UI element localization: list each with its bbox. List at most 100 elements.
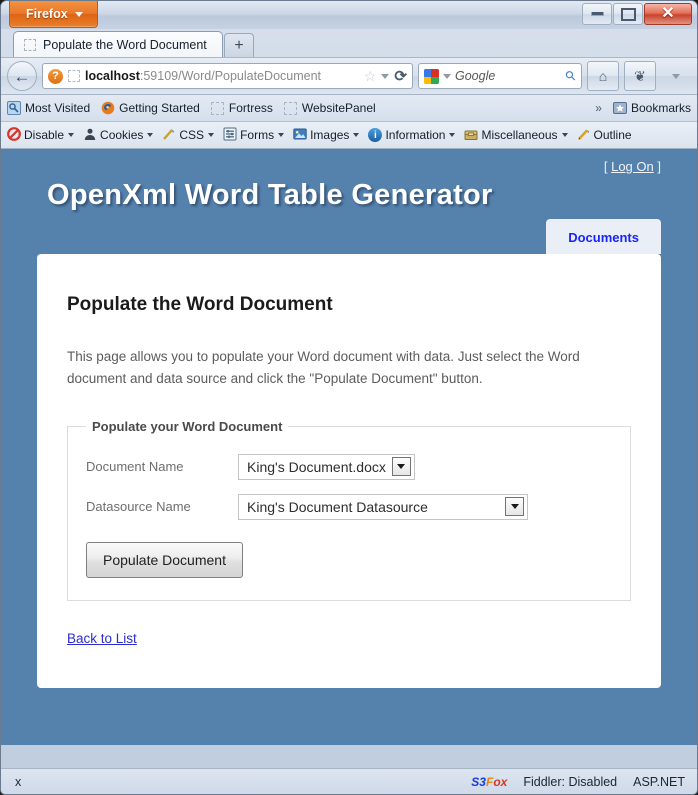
search-icon[interactable]: ⚲ xyxy=(562,67,580,85)
site-title: OpenXml Word Table Generator xyxy=(47,179,493,211)
url-text: localhost:59109/Word/PopulateDocument xyxy=(85,69,359,83)
information-icon: i xyxy=(368,128,383,142)
cookies-icon xyxy=(83,127,97,144)
devbar-item-information[interactable]: i Information xyxy=(368,128,456,142)
google-icon[interactable] xyxy=(424,68,439,84)
page-favicon-icon xyxy=(68,70,80,82)
devbar-item-miscellaneous[interactable]: Miscellaneous xyxy=(464,127,568,144)
navigation-toolbar: ← ? localhost:59109/Word/PopulateDocumen… xyxy=(1,57,697,95)
logon-area: [ Log On ] xyxy=(604,159,661,174)
url-bar[interactable]: ? localhost:59109/Word/PopulateDocument … xyxy=(42,63,413,89)
blank-page-icon xyxy=(284,101,298,115)
title-bar: Firefox ✕ xyxy=(1,1,697,29)
chevron-down-icon[interactable] xyxy=(505,497,524,517)
fieldset-legend: Populate your Word Document xyxy=(92,418,283,434)
css-icon xyxy=(162,127,176,144)
devbar-item-disable[interactable]: Disable xyxy=(7,126,75,144)
devbar-item-css[interactable]: CSS xyxy=(162,127,215,144)
devbar-label: Outline xyxy=(593,128,632,142)
tab-strip: Populate the Word Document + xyxy=(1,29,697,57)
main-content-card: Populate the Word Document This page all… xyxy=(37,254,661,688)
populate-form-fieldset: Populate your Word Document Document Nam… xyxy=(67,418,631,601)
bookmark-label: Fortress xyxy=(228,101,273,115)
bookmark-fortress[interactable]: Fortress xyxy=(211,101,273,115)
reload-icon[interactable]: ⟳ xyxy=(394,69,407,84)
devbar-label: CSS xyxy=(179,128,205,142)
browser-tab-title: Populate the Word Document xyxy=(43,37,207,52)
chevron-down-icon xyxy=(449,133,456,137)
logon-bracket-left: [ xyxy=(603,159,608,174)
logon-bracket-right: ] xyxy=(657,159,661,174)
url-host: localhost xyxy=(85,69,140,83)
forms-icon xyxy=(223,127,237,144)
chevron-down-icon xyxy=(278,133,285,137)
devbar-item-images[interactable]: Images xyxy=(293,127,360,144)
chevron-down-icon[interactable] xyxy=(391,457,411,477)
addon-button[interactable]: ❦ xyxy=(624,61,656,91)
chevron-down-icon[interactable] xyxy=(443,73,451,79)
bookmark-label: Getting Started xyxy=(119,101,200,115)
document-name-value: King's Document.docx xyxy=(247,458,386,475)
maximize-button[interactable] xyxy=(613,3,643,25)
bookmarks-overflow-chevron-icon[interactable]: » xyxy=(595,101,602,115)
status-close-button[interactable]: x xyxy=(15,775,21,789)
browser-tab[interactable]: Populate the Word Document xyxy=(13,31,223,57)
blank-page-icon xyxy=(211,101,225,115)
devbar-label: Miscellaneous xyxy=(481,128,558,142)
datasource-name-label: Datasource Name xyxy=(86,499,191,515)
bookmarks-menu-label: Bookmarks xyxy=(630,101,691,115)
close-button[interactable]: ✕ xyxy=(644,3,692,25)
devbar-label: Cookies xyxy=(100,128,144,142)
status-bar: x S3Fox Fiddler: Disabled ASP.NET xyxy=(1,768,697,794)
devbar-item-outline[interactable]: Outline xyxy=(577,127,632,144)
minimize-icon xyxy=(590,12,604,16)
field-row-datasource-name: Datasource Name King's Document Datasour… xyxy=(86,493,612,520)
fiddler-status[interactable]: Fiddler: Disabled xyxy=(523,775,617,789)
new-tab-button[interactable]: + xyxy=(224,33,254,57)
bookmark-star-icon[interactable]: ☆ xyxy=(364,69,377,83)
site-nav-tabs: Documents xyxy=(546,219,661,254)
chevron-down-icon xyxy=(74,11,83,17)
back-button[interactable]: ← xyxy=(7,61,37,91)
page-title: Populate the Word Document xyxy=(67,294,333,315)
firefox-menu-label: Firefox xyxy=(26,7,68,21)
site-header: [ Log On ] OpenXml Word Table Generator … xyxy=(1,149,697,254)
bookmark-label: Most Visited xyxy=(25,101,91,115)
window-controls: ✕ xyxy=(582,3,692,25)
search-bar[interactable]: Google ⚲ xyxy=(418,63,582,89)
chevron-down-icon xyxy=(561,133,568,137)
devbar-item-cookies[interactable]: Cookies xyxy=(83,127,154,144)
back-to-list-link[interactable]: Back to List xyxy=(67,631,137,646)
document-name-label: Document Name xyxy=(86,459,184,475)
bookmark-label: WebsitePanel xyxy=(301,101,376,115)
bookmark-getting-started[interactable]: Getting Started xyxy=(101,101,200,115)
disable-icon xyxy=(7,126,21,144)
log-on-link[interactable]: Log On xyxy=(611,159,654,174)
toolbar-overflow-button[interactable] xyxy=(661,62,691,90)
s3fox-part3: ox xyxy=(493,774,508,789)
page-viewport: [ Log On ] OpenXml Word Table Generator … xyxy=(1,149,697,745)
aspnet-status[interactable]: ASP.NET xyxy=(633,775,685,789)
bookmarks-menu-button[interactable]: Bookmarks xyxy=(612,101,691,115)
document-name-select[interactable]: King's Document.docx xyxy=(238,453,415,480)
identity-icon[interactable]: ? xyxy=(48,68,63,84)
datasource-name-select[interactable]: King's Document Datasource xyxy=(238,493,528,520)
outline-icon xyxy=(577,127,591,144)
field-row-document-name: Document Name King's Document.docx xyxy=(86,453,612,480)
devbar-label: Information xyxy=(385,128,446,142)
page-description: This page allows you to populate your Wo… xyxy=(67,349,580,387)
search-input[interactable]: Google xyxy=(455,69,562,83)
populate-document-button[interactable]: Populate Document xyxy=(86,541,243,578)
minimize-button[interactable] xyxy=(582,3,612,25)
s3fox-status[interactable]: S3Fox xyxy=(471,775,507,789)
firefox-icon xyxy=(101,101,115,115)
nav-tab-documents[interactable]: Documents xyxy=(546,219,661,254)
home-button[interactable]: ⌂ xyxy=(587,61,619,91)
bookmark-websitepanel[interactable]: WebsitePanel xyxy=(284,101,376,115)
chevron-down-icon[interactable] xyxy=(381,73,390,79)
devbar-item-forms[interactable]: Forms xyxy=(223,127,285,144)
url-path: :59109/Word/PopulateDocument xyxy=(139,69,322,83)
star-folder-icon xyxy=(612,101,627,115)
firefox-menu-button[interactable]: Firefox xyxy=(9,1,98,28)
bookmark-most-visited[interactable]: Most Visited xyxy=(7,101,90,115)
